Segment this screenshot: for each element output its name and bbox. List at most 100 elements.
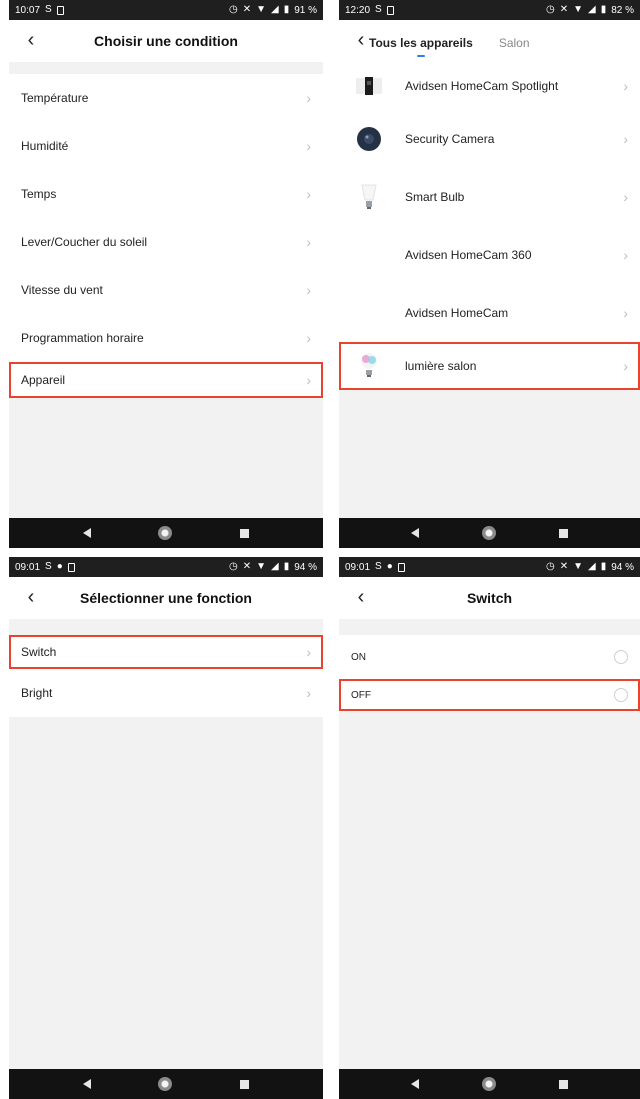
battery-icon: ▮	[600, 561, 607, 572]
device-label: Avidsen HomeCam Spotlight	[405, 79, 559, 93]
skype-icon: S	[375, 561, 382, 572]
skype-icon: S	[45, 4, 52, 15]
function-label: Bright	[21, 686, 53, 700]
signal-icon: ◢	[587, 561, 596, 572]
color-bulb-icon	[351, 348, 387, 384]
battery-icon: ▮	[600, 4, 607, 15]
device-label: Avidsen HomeCam 360	[405, 248, 532, 262]
device-item-homecam-360[interactable]: Avidsen HomeCam 360 ›	[339, 226, 640, 284]
chevron-right-icon: ›	[306, 234, 311, 250]
option-label: OFF	[351, 689, 371, 701]
back-arrow-icon[interactable]: ‹	[351, 587, 371, 607]
function-label: Switch	[21, 645, 57, 659]
device-list: Avidsen HomeCam Spotlight › Security Cam…	[339, 62, 640, 390]
radio-unchecked-icon[interactable]	[614, 688, 628, 702]
page-title: Switch	[466, 590, 513, 606]
android-nav-bar	[9, 1069, 323, 1099]
condition-item-wind-speed[interactable]: Vitesse du vent ›	[9, 266, 323, 314]
status-time: 10:07	[15, 4, 41, 16]
nav-back-icon[interactable]	[410, 1079, 419, 1089]
condition-item-temperature[interactable]: Température ›	[9, 74, 323, 122]
nav-home-icon[interactable]	[158, 1077, 173, 1091]
spotlight-camera-icon	[351, 68, 387, 104]
nav-recents-icon[interactable]	[559, 1079, 569, 1089]
vpn-icon: ●	[386, 561, 393, 572]
status-time: 09:01	[345, 561, 371, 573]
device-item-smart-bulb[interactable]: Smart Bulb ›	[339, 168, 640, 226]
skype-icon: S	[375, 4, 382, 15]
page-title: Choisir une condition	[94, 33, 238, 49]
function-item-bright[interactable]: Bright ›	[9, 669, 323, 717]
screenshot-collage: 10:07 S ◷ ✕ ▼ ◢ ▮ 91 % ‹ Choisir une con…	[0, 0, 640, 1099]
condition-label: Température	[21, 91, 89, 105]
status-bar: 09:01 S ● ◷ ✕ ▼ ◢ ▮ 94 %	[9, 557, 323, 577]
tab-salon[interactable]: Salon	[499, 36, 530, 62]
chevron-right-icon: ›	[623, 189, 628, 205]
signal-icon: ◢	[270, 561, 279, 572]
device-item-homecam-spotlight[interactable]: Avidsen HomeCam Spotlight ›	[339, 62, 640, 110]
nav-home-icon[interactable]	[158, 526, 173, 540]
app-bar: ‹ Choisir une condition	[9, 20, 323, 62]
chevron-right-icon: ›	[623, 358, 628, 374]
notification-icon	[67, 562, 75, 572]
chevron-right-icon: ›	[623, 78, 628, 94]
nav-home-icon[interactable]	[481, 526, 496, 540]
condition-list-area: Température › Humidité › Temps › Lever/C…	[9, 62, 323, 518]
alarm-icon: ◷	[228, 4, 238, 15]
status-bar: 09:01 S ● ◷ ✕ ▼ ◢ ▮ 94 %	[339, 557, 640, 577]
nav-back-icon[interactable]	[410, 528, 419, 538]
radio-unchecked-icon[interactable]	[614, 650, 628, 664]
function-item-switch[interactable]: Switch ›	[9, 635, 323, 669]
condition-item-schedule[interactable]: Programmation horaire ›	[9, 314, 323, 362]
nav-back-icon[interactable]	[82, 528, 91, 538]
condition-label: Temps	[21, 187, 57, 201]
battery-level: 94 %	[294, 561, 317, 573]
back-arrow-icon[interactable]: ‹	[21, 30, 41, 50]
alarm-icon: ◷	[545, 561, 555, 572]
nav-recents-icon[interactable]	[559, 528, 569, 538]
signal-icon: ◢	[587, 4, 596, 15]
battery-level: 91 %	[294, 4, 317, 16]
notification-icon	[397, 562, 405, 572]
condition-list: Température › Humidité › Temps › Lever/C…	[9, 74, 323, 398]
status-time: 12:20	[345, 4, 371, 16]
back-arrow-icon[interactable]: ‹	[351, 30, 371, 50]
alarm-icon: ◷	[228, 561, 238, 572]
chevron-right-icon: ›	[306, 685, 311, 701]
tab-all-devices[interactable]: Tous les appareils	[369, 36, 473, 62]
mute-icon: ✕	[559, 561, 569, 572]
chevron-right-icon: ›	[306, 90, 311, 106]
wifi-icon: ▼	[256, 561, 266, 572]
status-bar: 12:20 S ◷ ✕ ▼ ◢ ▮ 82 %	[339, 0, 640, 20]
status-time: 09:01	[15, 561, 41, 573]
condition-label: Humidité	[21, 139, 69, 153]
device-item-homecam[interactable]: Avidsen HomeCam ›	[339, 284, 640, 342]
vpn-icon: ●	[56, 561, 63, 572]
skype-icon: S	[45, 561, 52, 572]
wifi-icon: ▼	[256, 4, 266, 15]
wifi-icon: ▼	[573, 4, 583, 15]
device-item-security-camera[interactable]: Security Camera ›	[339, 110, 640, 168]
nav-home-icon[interactable]	[481, 1077, 496, 1091]
condition-item-device[interactable]: Appareil ›	[9, 362, 323, 398]
alarm-icon: ◷	[545, 4, 555, 15]
condition-item-humidity[interactable]: Humidité ›	[9, 122, 323, 170]
option-on[interactable]: ON	[339, 635, 640, 679]
app-bar: ‹ Sélectionner une fonction	[9, 577, 323, 619]
chevron-right-icon: ›	[623, 247, 628, 263]
chevron-right-icon: ›	[623, 305, 628, 321]
chevron-right-icon: ›	[306, 372, 311, 388]
nav-recents-icon[interactable]	[240, 1079, 250, 1089]
option-off[interactable]: OFF	[339, 679, 640, 711]
mute-icon: ✕	[242, 561, 252, 572]
chevron-right-icon: ›	[306, 138, 311, 154]
back-arrow-icon[interactable]: ‹	[21, 587, 41, 607]
condition-item-sunrise-sunset[interactable]: Lever/Coucher du soleil ›	[9, 218, 323, 266]
option-label: ON	[351, 651, 366, 663]
nav-back-icon[interactable]	[82, 1079, 91, 1089]
battery-icon: ▮	[283, 561, 290, 572]
chevron-right-icon: ›	[306, 282, 311, 298]
condition-item-weather[interactable]: Temps ›	[9, 170, 323, 218]
device-item-lumiere-salon[interactable]: lumière salon ›	[339, 342, 640, 390]
nav-recents-icon[interactable]	[240, 528, 250, 538]
